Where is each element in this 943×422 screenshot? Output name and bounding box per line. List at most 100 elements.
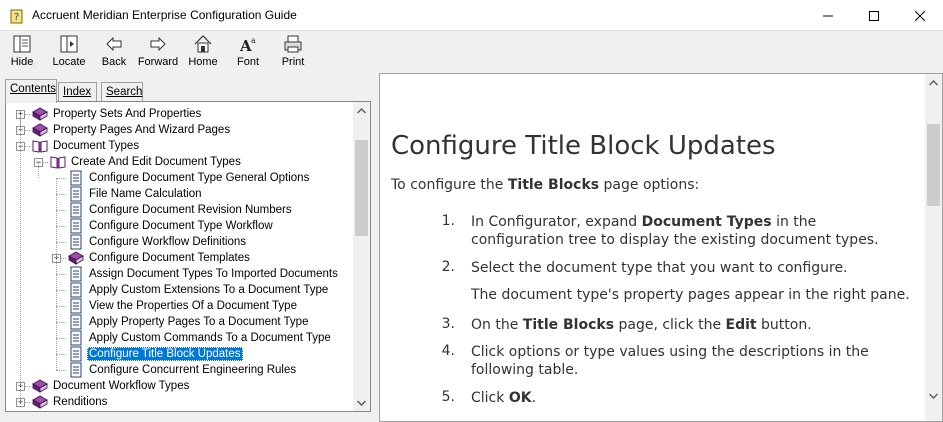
page-title: Configure Title Block Updates [391,131,776,161]
tree-connector [56,290,66,291]
print-button[interactable]: Print [280,33,306,70]
tree-item[interactable]: Renditions [32,394,109,410]
page-icon [70,186,82,202]
locate-button[interactable]: Locate [51,33,87,70]
hide-icon [13,35,31,53]
tree-item[interactable]: Property Pages And Wizard Pages [32,122,232,138]
tree-item[interactable]: Configure Workflow Definitions [68,234,248,250]
tree-item[interactable]: Apply Property Pages To a Document Type [68,314,310,330]
tree-item-label: File Name Calculation [89,188,202,200]
tree-item-label: Configure Workflow Definitions [89,236,247,248]
toolbar: Hide Locate Back Forward Home A a Font P… [0,31,943,71]
tree-item-label: Configure Document Revision Numbers [89,204,292,216]
intro-paragraph: To configure the Title Blocks page optio… [391,177,700,193]
svg-text:?: ? [14,12,19,23]
maximize-icon [869,10,879,21]
page-icon [70,282,82,298]
page-icon [70,362,82,378]
close-button[interactable] [897,0,943,31]
tree-item[interactable]: Configure Title Block Updates [68,346,243,362]
forward-arrow-icon [150,36,166,52]
tree-item[interactable]: Configure Document Revision Numbers [68,202,294,218]
open-book-icon [50,156,66,169]
forward-button[interactable]: Forward [138,33,178,70]
print-label: Print [281,56,305,68]
home-button[interactable]: Home [187,33,219,70]
chevron-down-icon [357,399,366,406]
tree-scrollbar[interactable] [353,102,370,411]
maximize-button[interactable] [851,0,897,31]
page-icon [70,170,82,186]
tree-guide [38,162,39,178]
tree-item-label: Apply Custom Extensions To a Document Ty… [89,284,329,296]
home-icon [194,35,212,53]
tree-item-label: Configure Document Type General Options [89,172,310,184]
tree-item[interactable]: File Name Calculation [68,186,204,202]
tree-connector [56,242,66,243]
navigation-pane: Contents Index Search + Property Sets And… [0,73,375,422]
tree-item[interactable]: Property Sets And Properties [32,106,203,122]
back-button[interactable]: Back [100,33,128,70]
topic-scrollbar[interactable] [925,74,942,421]
page-icon [70,346,82,362]
tree-item[interactable]: Configure Document Type Workflow [68,218,275,234]
font-label: Font [236,56,259,68]
closed-book-icon [32,379,48,393]
tab-contents[interactable]: Contents [5,79,57,103]
tree-item-label: Assign Document Types To Imported Docume… [89,268,338,280]
tree-item-label: View the Properties Of a Document Type [89,300,297,312]
contents-tree[interactable]: + Property Sets And Properties + Property P… [5,101,371,412]
tree-connector [56,194,66,195]
tree-guide [56,178,57,370]
page-icon [70,330,82,346]
tab-search[interactable]: Search [101,82,143,102]
tree-item-label: Document Workflow Types [53,380,190,392]
topic-scroll-up-button[interactable] [925,74,942,91]
window-title: Accruent Meridian Enterprise Configurati… [32,8,297,22]
tree-item[interactable]: View the Properties Of a Document Type [68,298,299,314]
locate-icon [60,35,78,53]
tree-item[interactable]: Document Types [32,138,141,154]
tree-guide [20,114,21,402]
tree-item[interactable]: Create And Edit Document Types [50,154,243,170]
minimize-button[interactable] [805,0,851,31]
tree-item-label: Configure Document Templates [89,252,250,264]
tree-connector [56,226,66,227]
page-icon [70,298,82,314]
tab-index[interactable]: Index [58,82,97,102]
tree-item[interactable]: Apply Custom Extensions To a Document Ty… [68,282,330,298]
tree-connector [56,338,66,339]
topic-scroll-down-button[interactable] [925,387,942,404]
tree-item[interactable]: Assign Document Types To Imported Docume… [68,266,340,282]
tree-item[interactable]: Apply Custom Commands To a Document Type [68,330,333,346]
hide-button[interactable]: Hide [8,33,36,70]
tree-item[interactable]: Configure Document Templates [68,250,252,266]
help-book-icon: ? [10,9,23,24]
tree-connector [56,354,66,355]
closed-book-icon [68,251,84,265]
chevron-down-icon [929,392,938,399]
open-book-icon [32,140,48,153]
minimize-icon [823,15,833,16]
tree-item[interactable]: Document Workflow Types [32,378,191,394]
tree-item[interactable]: Configure Concurrent Engineering Rules [68,362,298,378]
topic-scroll-thumb[interactable] [927,124,940,206]
title-bar: ? Accruent Meridian Enterprise Configura… [0,0,943,31]
tree-connector [56,178,66,179]
page-icon [70,202,82,218]
page-icon [70,314,82,330]
scroll-up-button[interactable] [353,102,370,119]
tree-item-label: Property Pages And Wizard Pages [53,124,231,136]
tree-item-label: Property Sets And Properties [53,108,202,120]
tree-connector [56,306,66,307]
hide-label: Hide [10,56,34,68]
svg-text:a: a [251,36,256,45]
font-button[interactable]: A a Font [235,33,261,70]
tree-item-label: Configure Document Type Workflow [89,220,273,232]
scroll-thumb[interactable] [355,140,368,236]
tree-item[interactable]: Configure Document Type General Options [68,170,311,186]
tree-connector [56,322,66,323]
tree-item-label: Configure Title Block Updates [87,347,243,361]
scroll-down-button[interactable] [353,394,370,411]
forward-label: Forward [137,56,179,68]
